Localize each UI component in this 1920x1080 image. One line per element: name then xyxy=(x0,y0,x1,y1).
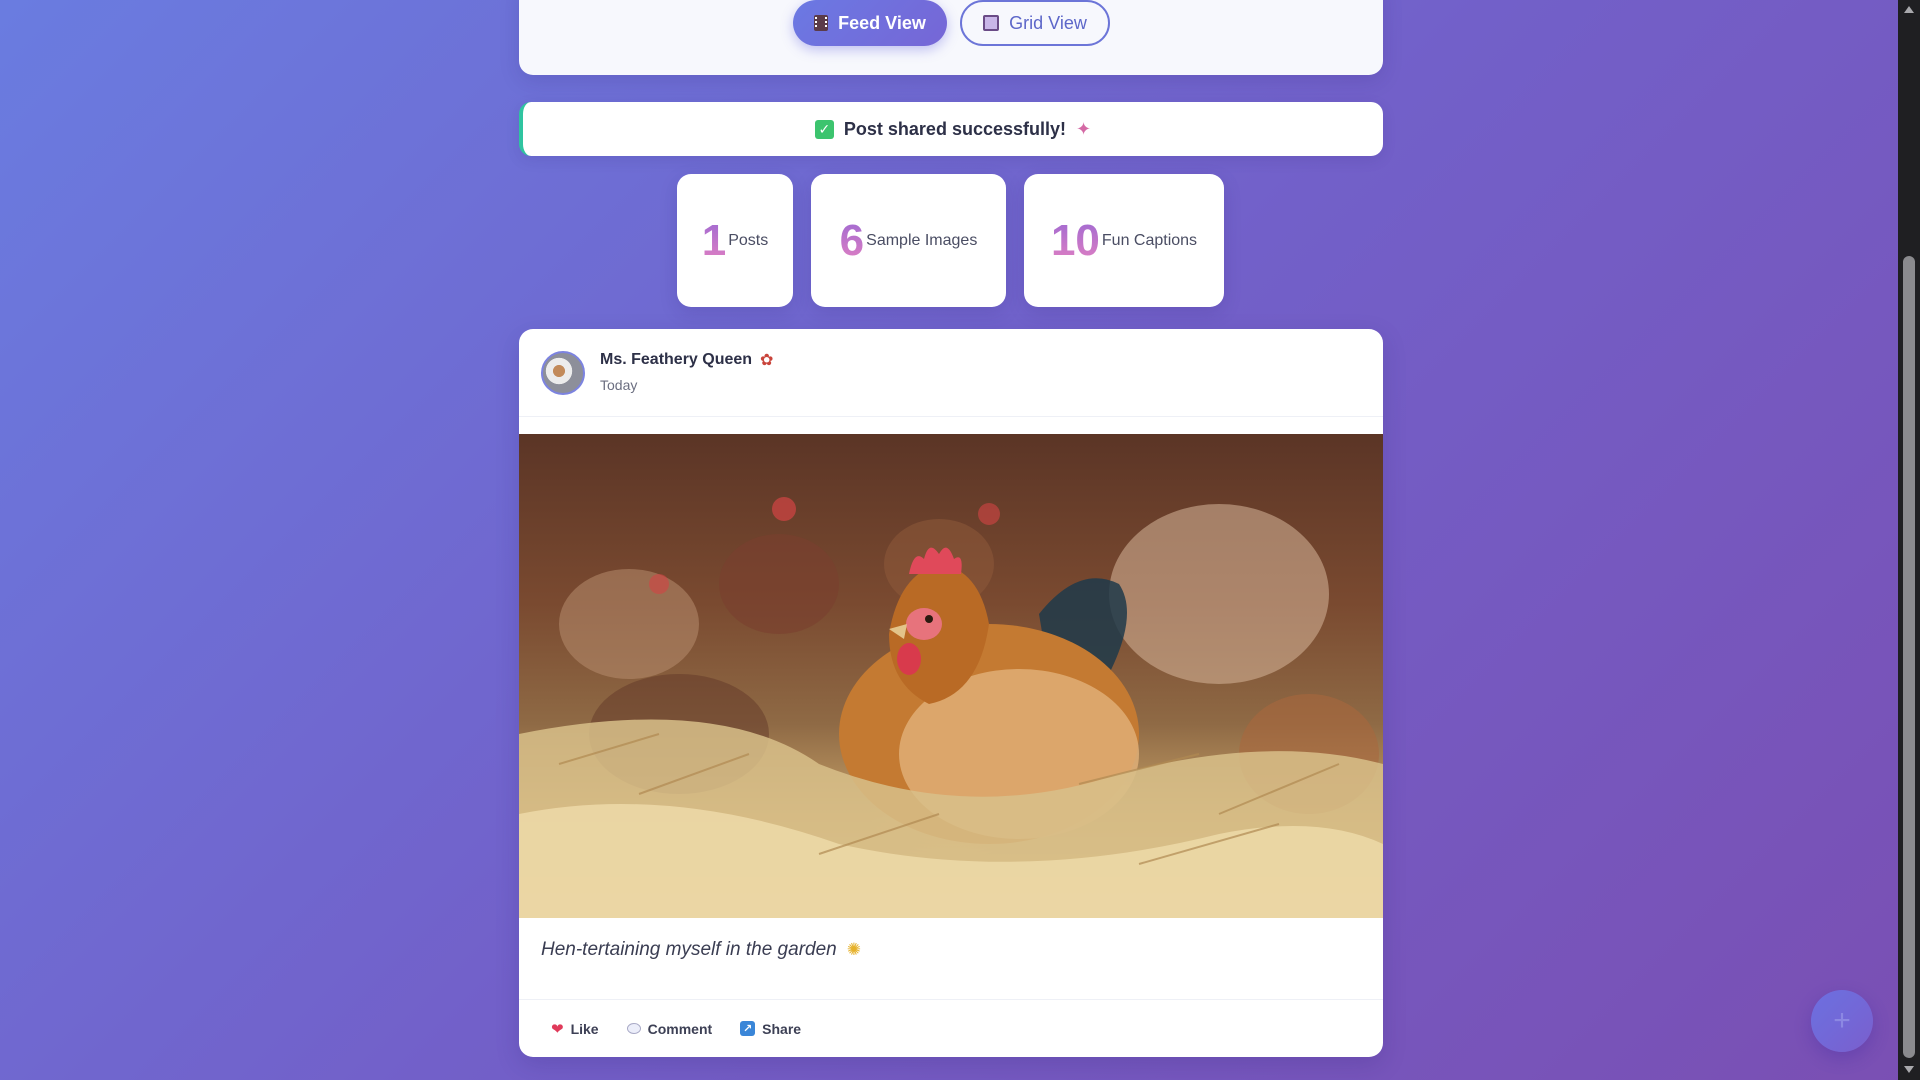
speech-bubble-icon xyxy=(626,1023,641,1034)
grid-square-icon xyxy=(983,15,1000,31)
film-icon xyxy=(814,15,829,31)
plus-icon: + xyxy=(1833,1004,1851,1037)
hen-illustration xyxy=(519,497,1383,918)
heart-icon: ❤ xyxy=(551,1020,564,1038)
avatar[interactable] xyxy=(541,351,585,395)
post-timestamp: Today xyxy=(600,377,638,393)
rooster-icon: ✿ xyxy=(760,352,774,369)
share-button[interactable]: ↗ Share xyxy=(726,1012,815,1046)
vertical-scrollbar[interactable] xyxy=(1898,0,1920,1080)
author-name: Ms. Feathery Queen xyxy=(600,351,753,368)
post-actions: ❤ Like Comment ↗ Share xyxy=(519,999,1383,1057)
post-author[interactable]: Ms. Feathery Queen ✿ xyxy=(600,350,773,370)
success-banner: ✓ Post shared successfully! ✦ xyxy=(519,102,1383,156)
stat-value: 1 xyxy=(701,215,727,265)
party-popper-icon: ✦ xyxy=(1076,118,1092,139)
share-arrow-icon: ↗ xyxy=(740,1021,756,1036)
stat-value: 10 xyxy=(1050,215,1100,265)
stat-card-fun-captions: 10 Fun Captions xyxy=(1024,174,1224,307)
scroll-thumb[interactable] xyxy=(1903,256,1915,1058)
comment-button[interactable]: Comment xyxy=(613,1012,727,1046)
stat-label: Sample Images xyxy=(866,231,978,249)
like-label: Like xyxy=(570,1020,599,1037)
check-icon: ✓ xyxy=(814,119,834,139)
scroll-up-arrow-icon[interactable] xyxy=(1904,6,1914,13)
comment-label: Comment xyxy=(647,1020,713,1037)
stat-value: 6 xyxy=(839,215,865,265)
stat-card-posts: 1 Posts xyxy=(677,174,793,307)
view-toggle-card: Feed View Grid View xyxy=(519,0,1383,75)
stat-label: Fun Captions xyxy=(1101,231,1198,249)
scroll-down-arrow-icon[interactable] xyxy=(1904,1066,1914,1073)
success-message: Post shared successfully! xyxy=(843,118,1066,139)
like-button[interactable]: ❤ Like xyxy=(537,1012,613,1046)
feed-view-button[interactable]: Feed View xyxy=(793,0,947,46)
post-image-hen-in-straw[interactable] xyxy=(519,434,1383,918)
stat-card-sample-images: 6 Sample Images xyxy=(811,174,1006,307)
grid-view-label: Grid View xyxy=(1009,12,1087,33)
feed-view-label: Feed View xyxy=(838,12,926,33)
post-caption: Hen-tertaining myself in the garden ✺ xyxy=(541,939,861,961)
share-label: Share xyxy=(762,1020,802,1037)
caption-text: Hen-tertaining myself in the garden xyxy=(541,939,837,960)
page: Feed View Grid View ✓ Post shared succes… xyxy=(0,0,1898,1080)
post-header: Ms. Feathery Queen ✿ Today xyxy=(519,329,1383,417)
grid-view-button[interactable]: Grid View xyxy=(960,0,1110,46)
sunflower-icon: ✺ xyxy=(846,940,861,959)
stat-label: Posts xyxy=(728,231,769,249)
add-post-button[interactable]: + xyxy=(1811,990,1873,1052)
post-card: Ms. Feathery Queen ✿ Today Hen-tertainin… xyxy=(519,329,1383,1057)
